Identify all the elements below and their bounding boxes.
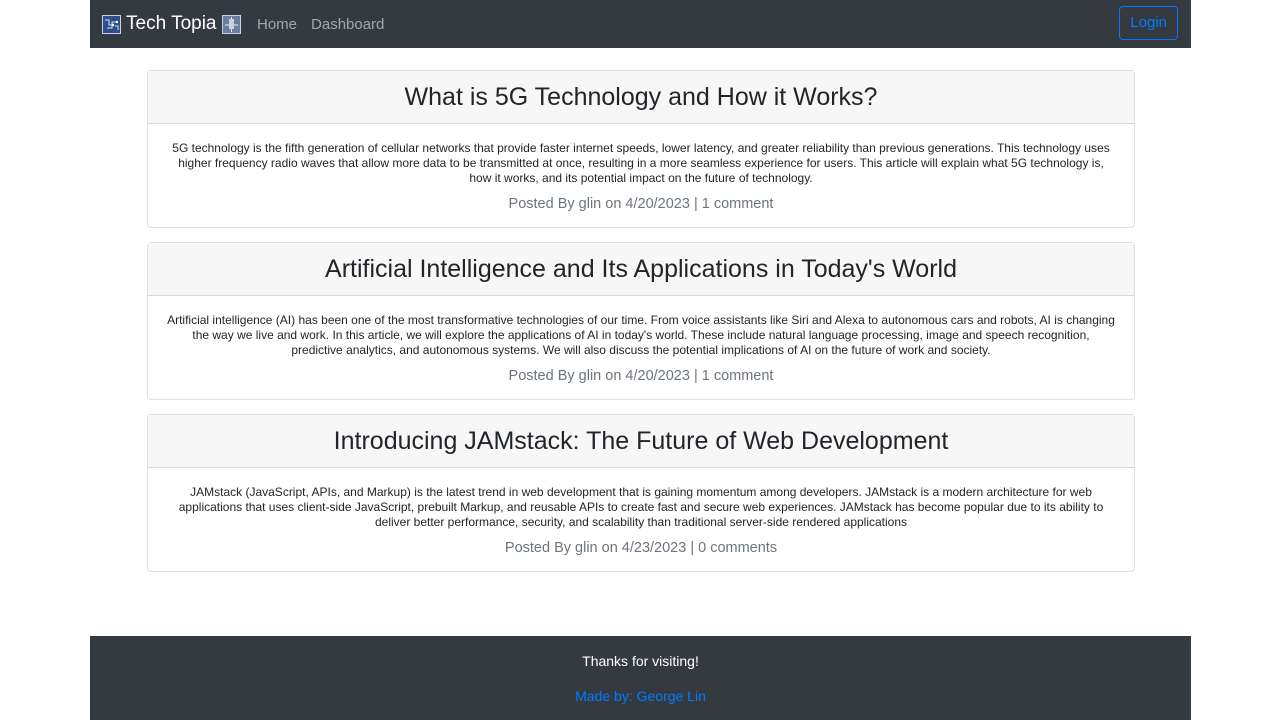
circuit-image-icon — [102, 14, 121, 34]
post-meta: Posted By glin on 4/20/2023 | 1 comment — [166, 195, 1116, 213]
nav-link-home[interactable]: Home — [257, 16, 297, 33]
post-body: 5G technology is the fifth generation of… — [148, 124, 1134, 227]
post-excerpt: JAMstack (JavaScript, APIs, and Markup) … — [178, 485, 1104, 529]
post-meta-text: Posted By glin on 4/20/2023 | 1 comment — [508, 196, 774, 212]
post-body: JAMstack (JavaScript, APIs, and Markup) … — [148, 468, 1134, 571]
post-card[interactable]: Artificial Intelligence and Its Applicat… — [147, 242, 1135, 400]
brand-name: Tech Topia — [126, 13, 217, 34]
footer-thanks: Thanks for visiting! — [582, 653, 699, 669]
post-excerpt: Artificial intelligence (AI) has been on… — [167, 313, 1115, 357]
footer-author-link[interactable]: Made by: George Lin — [90, 688, 1191, 704]
post-meta-text: Posted By glin on 4/20/2023 | 1 comment — [508, 368, 774, 384]
post-excerpt: 5G technology is the fifth generation of… — [172, 141, 1110, 185]
post-title[interactable]: Introducing JAMstack: The Future of Web … — [148, 415, 1134, 468]
post-meta: Posted By glin on 4/23/2023 | 0 comments — [166, 539, 1116, 557]
tech-image-icon — [221, 14, 241, 34]
navbar: Tech Topia Home Dashboard Login — [90, 0, 1191, 48]
post-body: Artificial intelligence (AI) has been on… — [148, 296, 1134, 399]
post-title[interactable]: Artificial Intelligence and Its Applicat… — [148, 243, 1134, 296]
post-title[interactable]: What is 5G Technology and How it Works? — [148, 71, 1134, 124]
brand-link[interactable]: Tech Topia — [102, 0, 241, 48]
post-list: What is 5G Technology and How it Works? … — [147, 70, 1135, 586]
post-meta-text: Posted By glin on 4/23/2023 | 0 comments — [504, 540, 778, 556]
nav-link-dashboard[interactable]: Dashboard — [311, 16, 384, 33]
page: Tech Topia Home Dashboard Login What is … — [90, 0, 1191, 720]
post-card[interactable]: What is 5G Technology and How it Works? … — [147, 70, 1135, 228]
login-button[interactable]: Login — [1119, 6, 1178, 40]
post-card[interactable]: Introducing JAMstack: The Future of Web … — [147, 414, 1135, 572]
post-meta: Posted By glin on 4/20/2023 | 1 comment — [166, 367, 1116, 385]
nav-links: Home Dashboard — [257, 0, 384, 48]
footer: Thanks for visiting! Made by: George Lin — [90, 636, 1191, 720]
